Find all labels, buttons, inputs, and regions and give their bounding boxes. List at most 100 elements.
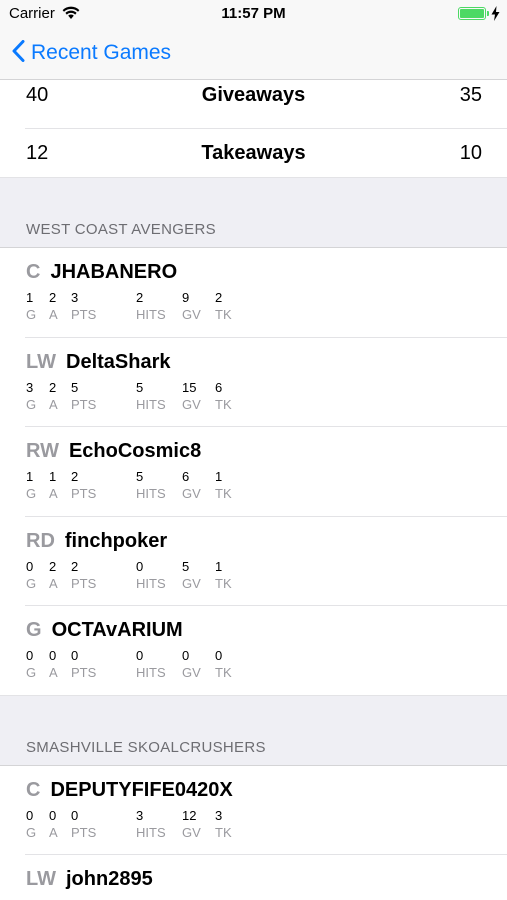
- section-header-team-2: SMASHVILLE SKOALCRUSHERS: [0, 695, 507, 766]
- goals-caption: G: [26, 307, 37, 322]
- hits-caption: HITS: [136, 824, 166, 840]
- goals-caption: G: [26, 665, 37, 680]
- takeaways-caption: TK: [215, 665, 232, 680]
- player-name: EchoCosmic8: [68, 440, 202, 462]
- hits-caption: HITS: [136, 575, 166, 591]
- giveaways-value: 6: [182, 469, 190, 484]
- hits-value: 0: [136, 558, 144, 574]
- hits-value: 0: [136, 648, 144, 663]
- takeaways-value: 1: [215, 558, 223, 574]
- battery-icon: [458, 7, 486, 20]
- player-position: C: [26, 778, 41, 801]
- takeaways-value: 1: [215, 469, 223, 484]
- giveaways-caption: GV: [182, 575, 201, 591]
- navigation-bar: Recent Games: [0, 28, 507, 80]
- player-position: RD: [26, 529, 55, 552]
- stat-label: Takeaways: [201, 142, 306, 164]
- hits-caption: HITS: [136, 486, 166, 501]
- player-name: john2895: [66, 868, 153, 890]
- player-row[interactable]: C JHABANERO 1 2 3 2 9 2 G A PTS HITS GV T…: [0, 248, 507, 338]
- takeaways-caption: TK: [215, 486, 232, 501]
- assists-value: 0: [49, 648, 57, 663]
- player-name: OCTAvARIUM: [51, 619, 183, 641]
- assists-value: 2: [49, 290, 57, 305]
- status-bar: Carrier 11:57 PM: [0, 0, 507, 28]
- player-position: G: [26, 619, 42, 641]
- takeaways-value: 6: [215, 379, 223, 395]
- stat-label: Giveaways: [201, 84, 306, 106]
- player-name: finchpoker: [64, 529, 168, 552]
- hits-caption: HITS: [136, 665, 166, 680]
- away-team-value: 10: [459, 142, 482, 164]
- points-caption: PTS: [71, 665, 97, 680]
- assists-caption: A: [49, 307, 58, 322]
- giveaways-caption: GV: [182, 665, 201, 680]
- goals-value: 3: [26, 379, 34, 395]
- player-position: LW: [26, 868, 56, 890]
- goals-value: 0: [26, 648, 34, 663]
- goals-caption: G: [26, 396, 37, 412]
- points-value: 2: [71, 469, 79, 484]
- player-row[interactable]: C DEPUTYFIFE0420X 0 0 0 3 12 3 G A PTS HI…: [0, 765, 507, 855]
- assists-caption: A: [49, 575, 58, 591]
- giveaways-caption: GV: [182, 486, 201, 501]
- team-stat-row-giveaways: 40 Giveaways 35: [0, 80, 507, 129]
- game-detail-list[interactable]: 40 Giveaways 35 12 Takeaways 10 WEST COA…: [0, 80, 507, 900]
- points-value: 3: [71, 290, 79, 305]
- goals-caption: G: [26, 486, 37, 501]
- giveaways-value: 15: [182, 379, 197, 395]
- goals-value: 0: [26, 558, 34, 574]
- section-title: SMASHVILLE SKOALCRUSHERS: [26, 738, 266, 756]
- goals-caption: G: [26, 824, 37, 840]
- giveaways-caption: GV: [182, 824, 201, 840]
- charging-bolt-icon: [491, 6, 500, 26]
- points-caption: PTS: [71, 824, 97, 840]
- player-row[interactable]: RD finchpoker 0 2 2 0 5 1 G A PTS HITS GV…: [0, 516, 507, 606]
- back-button[interactable]: Recent Games: [12, 38, 171, 68]
- points-value: 0: [71, 807, 79, 823]
- player-position: LW: [26, 350, 56, 373]
- chevron-left-icon: [12, 39, 25, 67]
- player-row[interactable]: LW DeltaShark 3 2 5 5 15 6 G A PTS HITS G…: [0, 337, 507, 427]
- goals-caption: G: [26, 575, 37, 591]
- giveaways-caption: GV: [182, 307, 201, 322]
- takeaways-caption: TK: [215, 396, 232, 412]
- goals-value: 0: [26, 807, 34, 823]
- assists-caption: A: [49, 486, 58, 501]
- section-title: WEST COAST AVENGERS: [26, 221, 216, 238]
- goals-value: 1: [26, 469, 34, 484]
- team-stat-row-takeaways: 12 Takeaways 10: [0, 129, 507, 178]
- hits-value: 3: [136, 807, 144, 823]
- takeaways-caption: TK: [215, 575, 232, 591]
- battery-nub: [487, 11, 489, 16]
- hits-value: 2: [136, 290, 144, 305]
- takeaways-caption: TK: [215, 307, 232, 322]
- player-row[interactable]: G OCTAvARIUM 0 0 0 0 0 0 G A PTS HITS GV …: [0, 606, 507, 696]
- player-row[interactable]: LWjohn2895 0 0 0 5 12 3 G A PTS HITS GV …: [0, 855, 507, 900]
- takeaways-value: 0: [215, 648, 223, 663]
- player-name: DEPUTYFIFE0420X: [50, 778, 233, 801]
- hits-caption: HITS: [136, 396, 166, 412]
- takeaways-value: 2: [215, 290, 223, 305]
- points-caption: PTS: [71, 396, 97, 412]
- back-label: Recent Games: [31, 41, 172, 64]
- points-caption: PTS: [71, 486, 97, 501]
- goals-value: 1: [26, 290, 34, 305]
- giveaways-value: 9: [182, 290, 190, 305]
- takeaways-caption: TK: [215, 824, 232, 840]
- hits-value: 5: [136, 469, 144, 484]
- assists-caption: A: [49, 824, 58, 840]
- assists-value: 1: [49, 469, 57, 484]
- giveaways-caption: GV: [182, 396, 201, 412]
- hits-value: 5: [136, 379, 144, 395]
- assists-value: 2: [49, 558, 57, 574]
- player-position: C: [26, 261, 41, 283]
- player-name: JHABANERO: [50, 261, 178, 283]
- hits-caption: HITS: [136, 307, 166, 322]
- giveaways-value: 5: [182, 558, 190, 574]
- player-row[interactable]: RW EchoCosmic8 1 1 2 5 6 1 G A PTS HITS G…: [0, 427, 507, 517]
- assists-caption: A: [49, 396, 58, 412]
- section-header-team-1: WEST COAST AVENGERS: [0, 178, 507, 248]
- takeaways-value: 3: [215, 807, 223, 823]
- player-name: DeltaShark: [66, 350, 171, 373]
